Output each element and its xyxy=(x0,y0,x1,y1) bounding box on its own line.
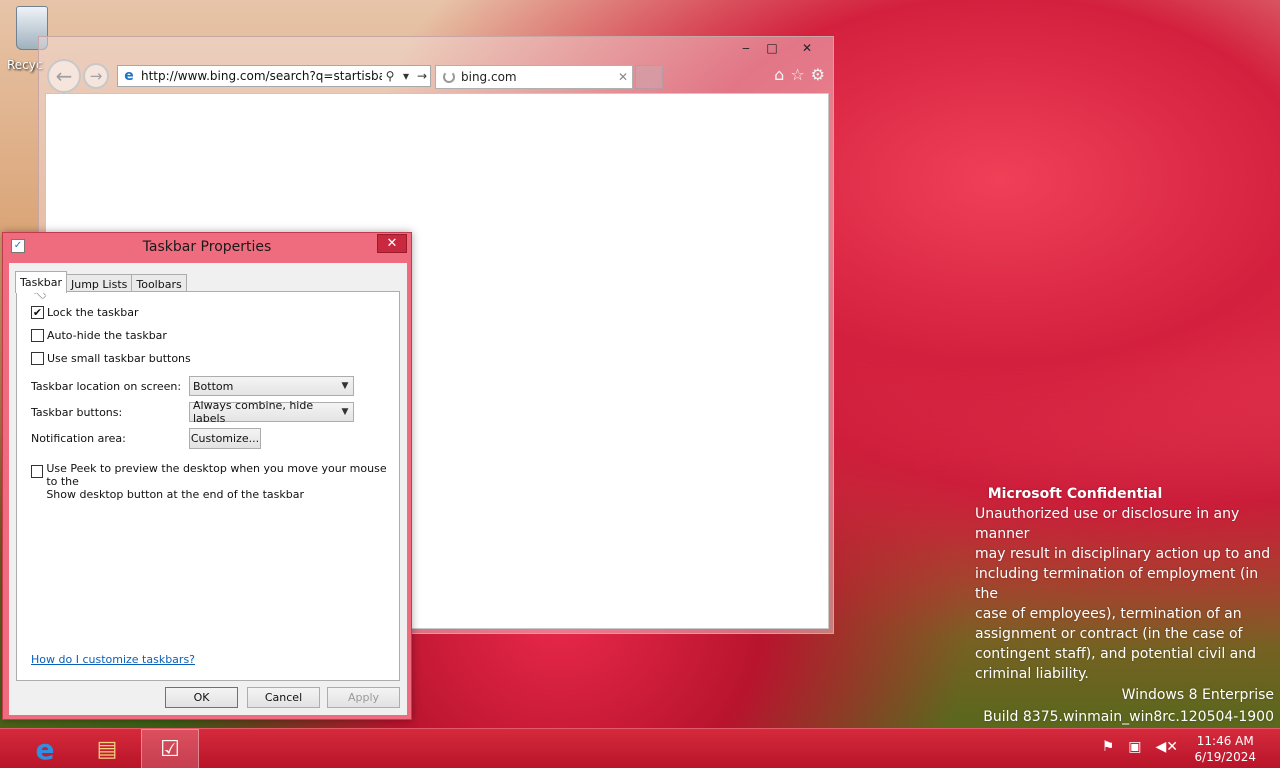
internet-explorer-icon: e xyxy=(35,732,55,766)
taskbar: e ▤ ☑ ⚑ ▣ ◀✕ 11:46 AM 6/19/2024 xyxy=(0,728,1280,768)
buttons-value: Always combine, hide labels xyxy=(193,399,314,425)
chevron-down-icon: ▼ xyxy=(341,407,349,417)
clock[interactable]: 11:46 AM 6/19/2024 xyxy=(1194,733,1256,765)
taskbar-properties-button[interactable]: ☑ xyxy=(141,729,199,768)
file-explorer-icon: ▤ xyxy=(96,736,118,762)
buttons-select[interactable]: Always combine, hide labels ▼ xyxy=(189,399,354,425)
taskbar-explorer-button[interactable]: ▤ xyxy=(78,729,136,768)
watermark-line: including termination of employment (in … xyxy=(975,566,1259,602)
chevron-down-icon: ▼ xyxy=(341,381,349,391)
taskbar-properties-icon: ☑ xyxy=(160,736,180,762)
peek-label-line2: Show desktop button at the end of the ta… xyxy=(46,488,305,501)
lock-taskbar-label: Lock the taskbar xyxy=(47,306,139,319)
back-button[interactable]: ← xyxy=(47,59,81,93)
dialog-titlebar[interactable]: ✓ Taskbar Properties ✕ xyxy=(3,233,411,261)
minimize-button[interactable]: ‒ xyxy=(733,39,759,57)
location-label: Taskbar location on screen: xyxy=(31,380,182,393)
windows-edition: Windows 8 Enterprise xyxy=(1121,687,1274,703)
build-info: Windows 8 Enterprise Build 8375.winmain_… xyxy=(983,684,1274,728)
small-buttons-label: Use small taskbar buttons xyxy=(47,352,191,365)
peek-checkbox[interactable] xyxy=(31,465,44,478)
location-value: Bottom xyxy=(193,379,234,393)
action-center-flag-icon[interactable]: ⚑ xyxy=(1102,739,1115,755)
watermark-line: case of employees), termination of an xyxy=(975,606,1242,622)
watermark-line: may result in disciplinary action up to … xyxy=(975,546,1271,562)
navigation-buttons: ← → xyxy=(47,59,109,93)
dialog-close-button[interactable]: ✕ xyxy=(377,234,407,253)
peek-label-line1: Use Peek to preview the desktop when you… xyxy=(46,462,387,488)
lock-taskbar-checkbox[interactable]: ✔ xyxy=(31,306,44,319)
watermark-heading: Microsoft Confidential xyxy=(987,486,1163,502)
close-button[interactable]: ✕ xyxy=(785,39,829,57)
autohide-option[interactable]: Auto-hide the taskbar xyxy=(31,329,167,342)
small-buttons-option[interactable]: Use small taskbar buttons xyxy=(31,352,191,365)
peek-option[interactable]: Use Peek to preview the desktop when you… xyxy=(31,462,399,501)
tab-title: bing.com xyxy=(461,70,517,84)
system-tray: ⚑ ▣ ◀✕ xyxy=(1102,739,1178,755)
notification-label: Notification area: xyxy=(31,432,126,445)
forward-arrow-icon: → xyxy=(89,67,103,85)
help-link[interactable]: How do I customize taskbars? xyxy=(31,653,195,666)
favorites-star-icon[interactable]: ☆ xyxy=(790,65,804,84)
watermark-line: contingent staff), and potential civil a… xyxy=(975,646,1257,662)
peek-text: Use Peek to preview the desktop when you… xyxy=(46,462,399,501)
window-controls: ‒ □ ✕ xyxy=(733,39,829,57)
dropdown-icon[interactable]: ▾ xyxy=(398,69,414,83)
clock-date: 6/19/2024 xyxy=(1194,750,1256,764)
watermark-line: Unauthorized use or disclosure in any ma… xyxy=(975,506,1240,542)
maximize-button[interactable]: □ xyxy=(759,39,785,57)
taskbar-tab-panel: ✔ Lock the taskbar Auto-hide the taskbar… xyxy=(16,291,400,681)
dialog-tabs: Taskbar Jump Lists Toolbars xyxy=(15,271,187,293)
small-buttons-checkbox[interactable] xyxy=(31,352,44,365)
search-icon[interactable]: ⚲ xyxy=(382,69,398,83)
lock-taskbar-option[interactable]: ✔ Lock the taskbar xyxy=(31,306,139,319)
confidential-watermark: Microsoft Confidential Unauthorized use … xyxy=(975,484,1275,684)
taskbar-properties-dialog: ✓ Taskbar Properties ✕ Taskbar Jump List… xyxy=(2,232,412,720)
address-url[interactable]: http://www.bing.com/search?q=startisback… xyxy=(141,69,382,83)
watermark-line: assignment or contract (in the case of xyxy=(975,626,1243,642)
go-arrow-icon[interactable]: → xyxy=(414,69,430,83)
browser-tools: ⌂ ☆ ⚙ xyxy=(774,65,825,84)
customize-button[interactable]: Customize... xyxy=(189,428,261,449)
settings-gear-icon[interactable]: ⚙ xyxy=(811,65,825,84)
build-string: Build 8375.winmain_win8rc.120504-1900 xyxy=(983,709,1274,725)
address-bar[interactable]: e http://www.bing.com/search?q=startisba… xyxy=(117,65,431,87)
tab-close-icon[interactable]: ✕ xyxy=(614,70,632,84)
new-tab-button[interactable] xyxy=(635,65,663,89)
tab-taskbar[interactable]: Taskbar xyxy=(15,271,67,293)
ok-button[interactable]: OK xyxy=(165,687,238,708)
browser-tab[interactable]: bing.com ✕ xyxy=(435,65,633,89)
location-select[interactable]: Bottom ▼ xyxy=(189,376,354,396)
home-icon[interactable]: ⌂ xyxy=(774,65,784,84)
clock-time: 11:46 AM xyxy=(1196,734,1254,748)
autohide-checkbox[interactable] xyxy=(31,329,44,342)
cancel-button[interactable]: Cancel xyxy=(247,687,320,708)
dialog-body: Taskbar Jump Lists Toolbars ✔ Lock the t… xyxy=(9,263,407,715)
ie-page-icon: e xyxy=(124,68,134,84)
volume-muted-icon[interactable]: ◀✕ xyxy=(1156,739,1179,755)
autohide-label: Auto-hide the taskbar xyxy=(47,329,167,342)
network-icon[interactable]: ▣ xyxy=(1128,739,1141,755)
forward-button[interactable]: → xyxy=(83,63,109,89)
back-arrow-icon: ← xyxy=(55,64,73,88)
loading-icon xyxy=(443,71,455,83)
watermark-line: criminal liability. xyxy=(975,666,1089,682)
dialog-title: Taskbar Properties xyxy=(142,239,272,255)
apply-button[interactable]: Apply xyxy=(327,687,400,708)
taskbar-ie-button[interactable]: e xyxy=(16,729,74,768)
buttons-label: Taskbar buttons: xyxy=(31,406,123,419)
